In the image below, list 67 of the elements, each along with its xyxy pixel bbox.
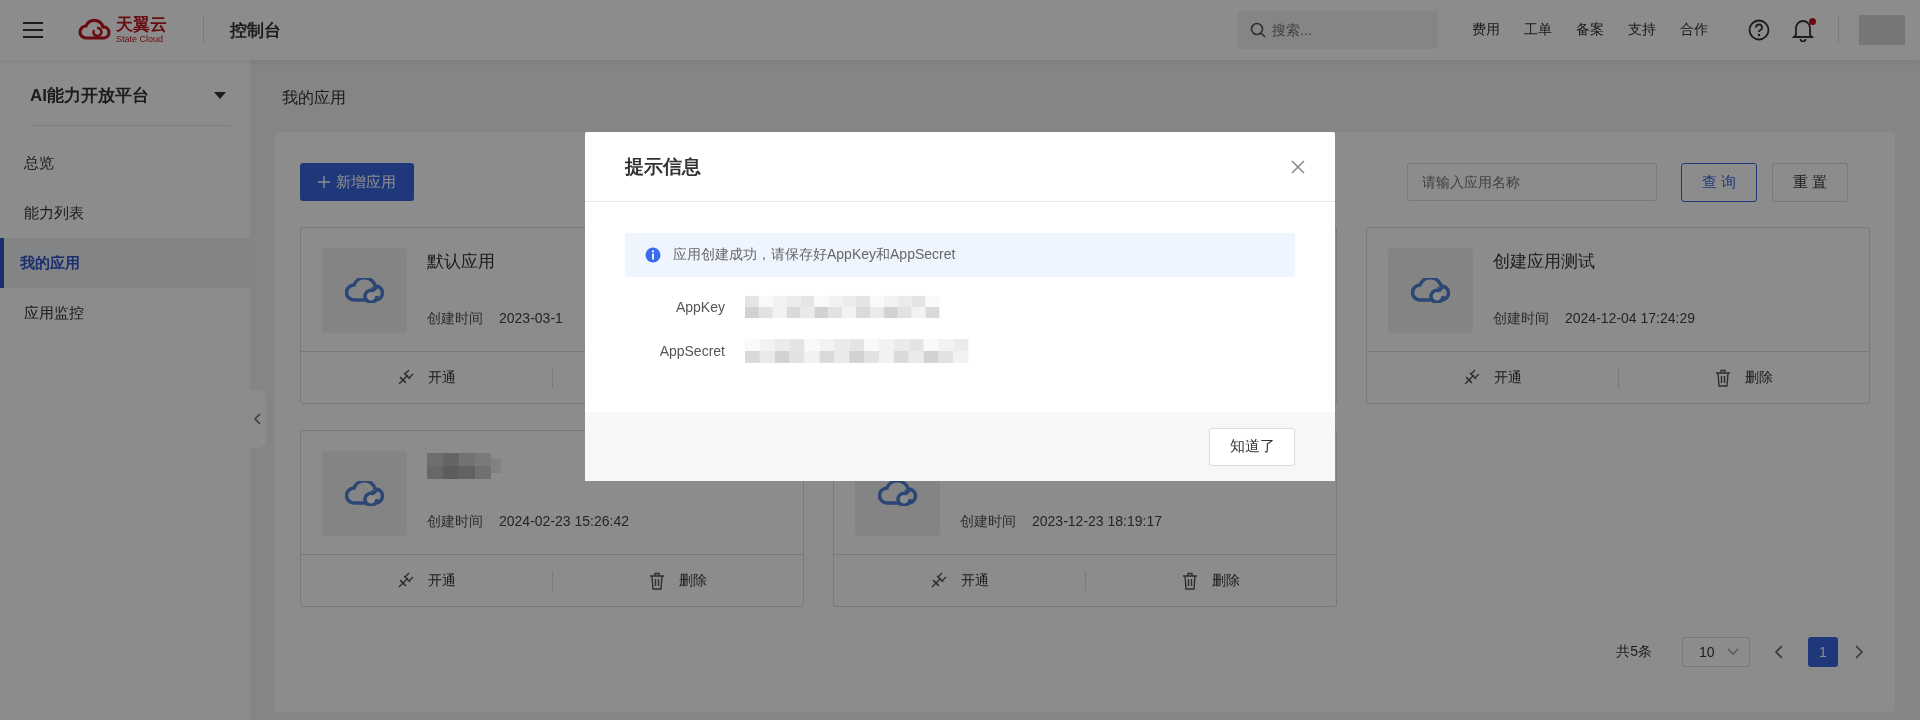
nav-link[interactable]: 备案	[1576, 21, 1604, 39]
created-time: 2024-02-23 15:26:42	[499, 513, 629, 531]
enable-link[interactable]: 开通	[396, 571, 457, 590]
created-time: 2023-12-23 18:19:17	[1032, 513, 1162, 531]
nav-link[interactable]: 合作	[1680, 21, 1708, 39]
bell-icon[interactable]	[1792, 18, 1814, 42]
dialog-title: 提示信息	[625, 154, 701, 179]
reset-button[interactable]: 重 置	[1772, 162, 1848, 202]
search-field[interactable]: 搜索...	[1238, 11, 1438, 49]
created-time: 2023-03-1	[499, 310, 563, 328]
page-button[interactable]: 1	[1808, 637, 1838, 667]
created-label: 创建时间	[427, 310, 483, 328]
cloud-logo-icon	[78, 18, 112, 42]
trash-icon	[1181, 571, 1198, 590]
cloud-icon	[344, 278, 385, 303]
help-icon[interactable]	[1748, 19, 1770, 41]
app-name: 创建应用测试	[1493, 251, 1595, 273]
field-label: AppSecret	[658, 343, 725, 359]
nav-link[interactable]: 工单	[1524, 21, 1552, 39]
sidebar-item[interactable]: 我的应用	[0, 238, 250, 288]
field-label: AppKey	[674, 299, 725, 315]
delete-link[interactable]: 删除	[648, 571, 707, 590]
add-app-button[interactable]: 新增应用	[300, 163, 414, 201]
trash-icon	[648, 571, 665, 590]
delete-link[interactable]: 删除	[1181, 571, 1240, 590]
sidebar-item[interactable]: 应用监控	[0, 288, 250, 338]
link-icon	[1462, 368, 1481, 387]
search-icon	[1250, 22, 1266, 38]
page-size-select[interactable]: 10	[1682, 637, 1750, 667]
nav-link[interactable]: 费用	[1472, 21, 1500, 39]
query-button[interactable]: 查 询	[1681, 162, 1757, 202]
sidebar-item[interactable]: 总览	[0, 138, 250, 188]
created-time: 2024-12-04 17:24:29	[1565, 310, 1695, 328]
enable-link[interactable]: 开通	[1462, 368, 1523, 387]
created-label: 创建时间	[1493, 310, 1549, 328]
link-icon	[396, 368, 415, 387]
page-title: 我的应用	[281, 88, 347, 108]
enable-link[interactable]: 开通	[396, 368, 457, 387]
cloud-icon	[344, 481, 385, 506]
menu-icon[interactable]	[22, 21, 44, 39]
previous-page-icon[interactable]	[1774, 645, 1784, 659]
brand-subtitle: State Cloud	[116, 35, 165, 44]
created-label: 创建时间	[960, 513, 1016, 531]
collapse-handle[interactable]	[250, 390, 266, 448]
cloud-icon	[1410, 278, 1451, 303]
info-icon	[645, 247, 661, 263]
chevron-down-icon	[1727, 648, 1739, 656]
brand-name: 天翼云	[116, 16, 167, 33]
plus-icon	[318, 176, 330, 188]
app-name-field[interactable]: 请输入应用名称	[1407, 163, 1657, 201]
platform-title: AI能力开放平台	[30, 85, 149, 107]
delete-link[interactable]: 删除	[1714, 368, 1773, 387]
enable-link[interactable]: 开通	[929, 571, 990, 590]
created-label: 创建时间	[427, 513, 483, 531]
caret-icon[interactable]	[214, 91, 226, 100]
next-page-icon[interactable]	[1854, 645, 1864, 659]
close-icon[interactable]	[1291, 159, 1305, 174]
alert-message: 应用创建成功，请保存好AppKey和AppSecret	[673, 246, 956, 264]
total-count: 共5条	[1616, 643, 1652, 661]
app-name: 默认应用	[427, 251, 495, 273]
trash-icon	[1714, 368, 1731, 387]
link-icon	[929, 571, 948, 590]
sidebar-item[interactable]: 能力列表	[0, 188, 250, 238]
console-title[interactable]: 控制台	[230, 18, 281, 42]
link-icon	[396, 571, 415, 590]
confirm-button[interactable]: 知道了	[1209, 427, 1295, 466]
nav-link[interactable]: 支持	[1628, 21, 1656, 39]
